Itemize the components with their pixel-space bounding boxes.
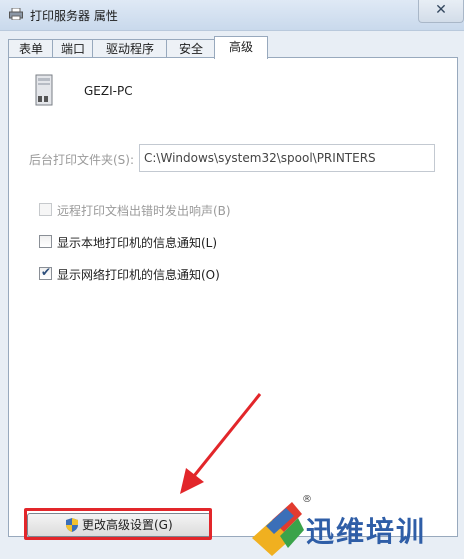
tab-advanced[interactable]: 高级 (214, 36, 268, 59)
tab-forms[interactable]: 表单 (8, 39, 54, 58)
close-icon: ✕ (435, 2, 447, 18)
annotation-arrow-icon (180, 393, 262, 494)
checkmark-icon: ✔ (41, 265, 52, 279)
computer-tower-icon (35, 74, 53, 106)
tab-drivers[interactable]: 驱动程序 (92, 39, 168, 58)
tab-strip: 表单 端口 驱动程序 安全 高级 (8, 36, 458, 59)
watermark-text: 迅维培训 (306, 515, 427, 548)
close-button[interactable]: ✕ (418, 0, 464, 23)
spool-folder-label: 后台打印文件夹(S): (29, 153, 135, 167)
tab-ports[interactable]: 端口 (52, 39, 94, 58)
remote-doc-error-beep-checkbox[interactable] (39, 203, 52, 216)
local-printer-notify-checkbox[interactable] (39, 235, 52, 248)
spool-folder-input[interactable] (139, 144, 435, 172)
network-printer-notify-checkbox[interactable]: ✔ (39, 265, 52, 280)
computer-name: GEZI-PC (84, 84, 133, 98)
annotation-highlight-box (24, 508, 212, 540)
window-title: 打印服务器 属性 (30, 9, 118, 23)
tab-security[interactable]: 安全 (166, 39, 216, 58)
printer-icon (9, 8, 23, 20)
window-titlebar: 打印服务器 属性 ✕ (0, 0, 464, 31)
watermark-registered-mark: ® (302, 494, 312, 505)
